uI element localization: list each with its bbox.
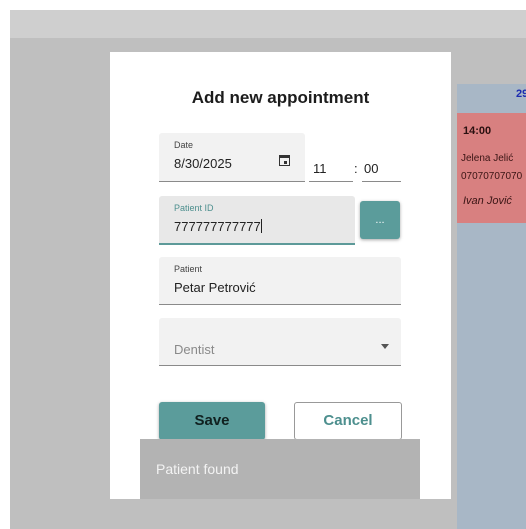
calendar-day-number: 29: [516, 88, 526, 100]
appointment-doctor: Jelena Jelić: [461, 153, 514, 164]
appointment-patient: Ivan Jović: [463, 195, 512, 207]
chevron-down-icon[interactable]: [381, 344, 389, 349]
minute-input[interactable]: 00: [362, 153, 401, 182]
save-button[interactable]: Save: [159, 402, 265, 440]
hour-input[interactable]: 11: [309, 153, 353, 182]
date-value[interactable]: 8/30/2025: [174, 156, 232, 171]
time-separator: :: [354, 161, 358, 176]
snackbar-message: Patient found: [156, 461, 239, 477]
patient-value[interactable]: Petar Petrović: [174, 280, 256, 295]
date-label: Date: [174, 140, 194, 150]
patient-lookup-button[interactable]: ...: [360, 201, 400, 239]
patient-id-label: Patient ID: [174, 203, 214, 213]
date-field[interactable]: Date 8/30/2025: [159, 133, 305, 182]
text-caret: [260, 219, 262, 233]
add-appointment-dialog: Add new appointment Date 8/30/2025 11 : …: [110, 52, 451, 499]
dentist-select[interactable]: Dentist: [159, 318, 401, 366]
patient-label: Patient: [174, 264, 203, 274]
left-edge: [0, 10, 10, 529]
minute-value: 00: [364, 161, 379, 176]
appointment-phone: 07070707070: [461, 171, 523, 182]
appointment-card[interactable]: 14:00 Jelena Jelić 07070707070 Ivan Jovi…: [457, 113, 526, 223]
cancel-button[interactable]: Cancel: [294, 402, 402, 440]
top-bar: [0, 0, 526, 10]
calendar-icon[interactable]: [279, 155, 290, 166]
patient-id-value[interactable]: 777777777777: [174, 219, 262, 234]
snackbar: Patient found: [140, 439, 420, 499]
appointment-time: 14:00: [463, 125, 492, 137]
dentist-placeholder: Dentist: [174, 342, 215, 357]
hour-value: 11: [313, 161, 327, 176]
patient-field[interactable]: Patient Petar Petrović: [159, 257, 401, 305]
app-header: [10, 10, 526, 38]
patient-id-text: 777777777777: [174, 219, 261, 234]
dialog-title: Add new appointment: [191, 88, 370, 107]
patient-id-field[interactable]: Patient ID 777777777777: [159, 196, 355, 245]
